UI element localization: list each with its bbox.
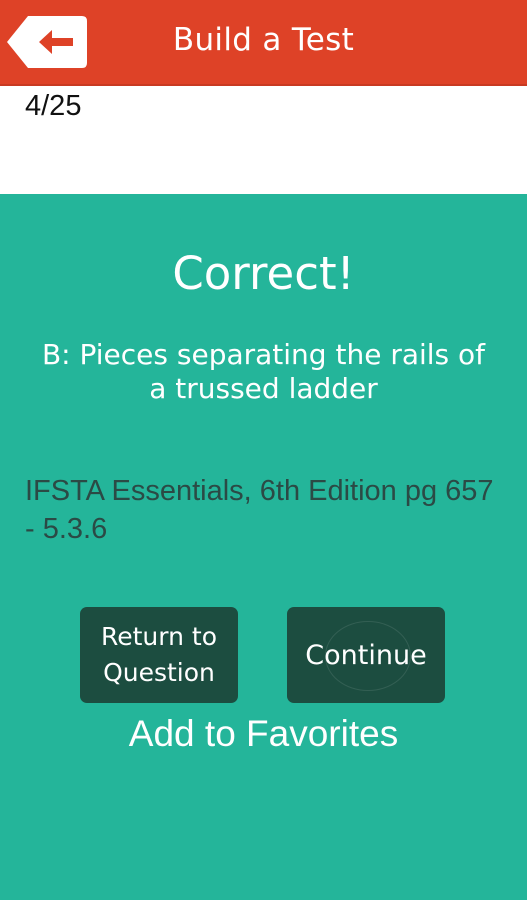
correct-answer-text: B: Pieces separating the rails of a trus… <box>41 338 486 405</box>
continue-button[interactable]: Continue <box>287 607 445 703</box>
return-to-question-label: Return to Question <box>100 622 217 687</box>
page-title: Build a Test <box>172 22 355 58</box>
return-to-question-button[interactable]: Return to Question <box>80 607 238 703</box>
reference-citation: IFSTA Essentials, 6th Edition pg 657 - 5… <box>25 475 494 545</box>
continue-label: Continue <box>305 639 427 671</box>
result-heading: Correct! <box>172 247 355 300</box>
app-header: Build a Test <box>0 0 527 84</box>
progress-panel: 4/25 <box>0 86 527 194</box>
question-progress: 4/25 <box>25 90 82 122</box>
add-to-favorites-link[interactable]: Add to Favorites <box>0 712 527 756</box>
